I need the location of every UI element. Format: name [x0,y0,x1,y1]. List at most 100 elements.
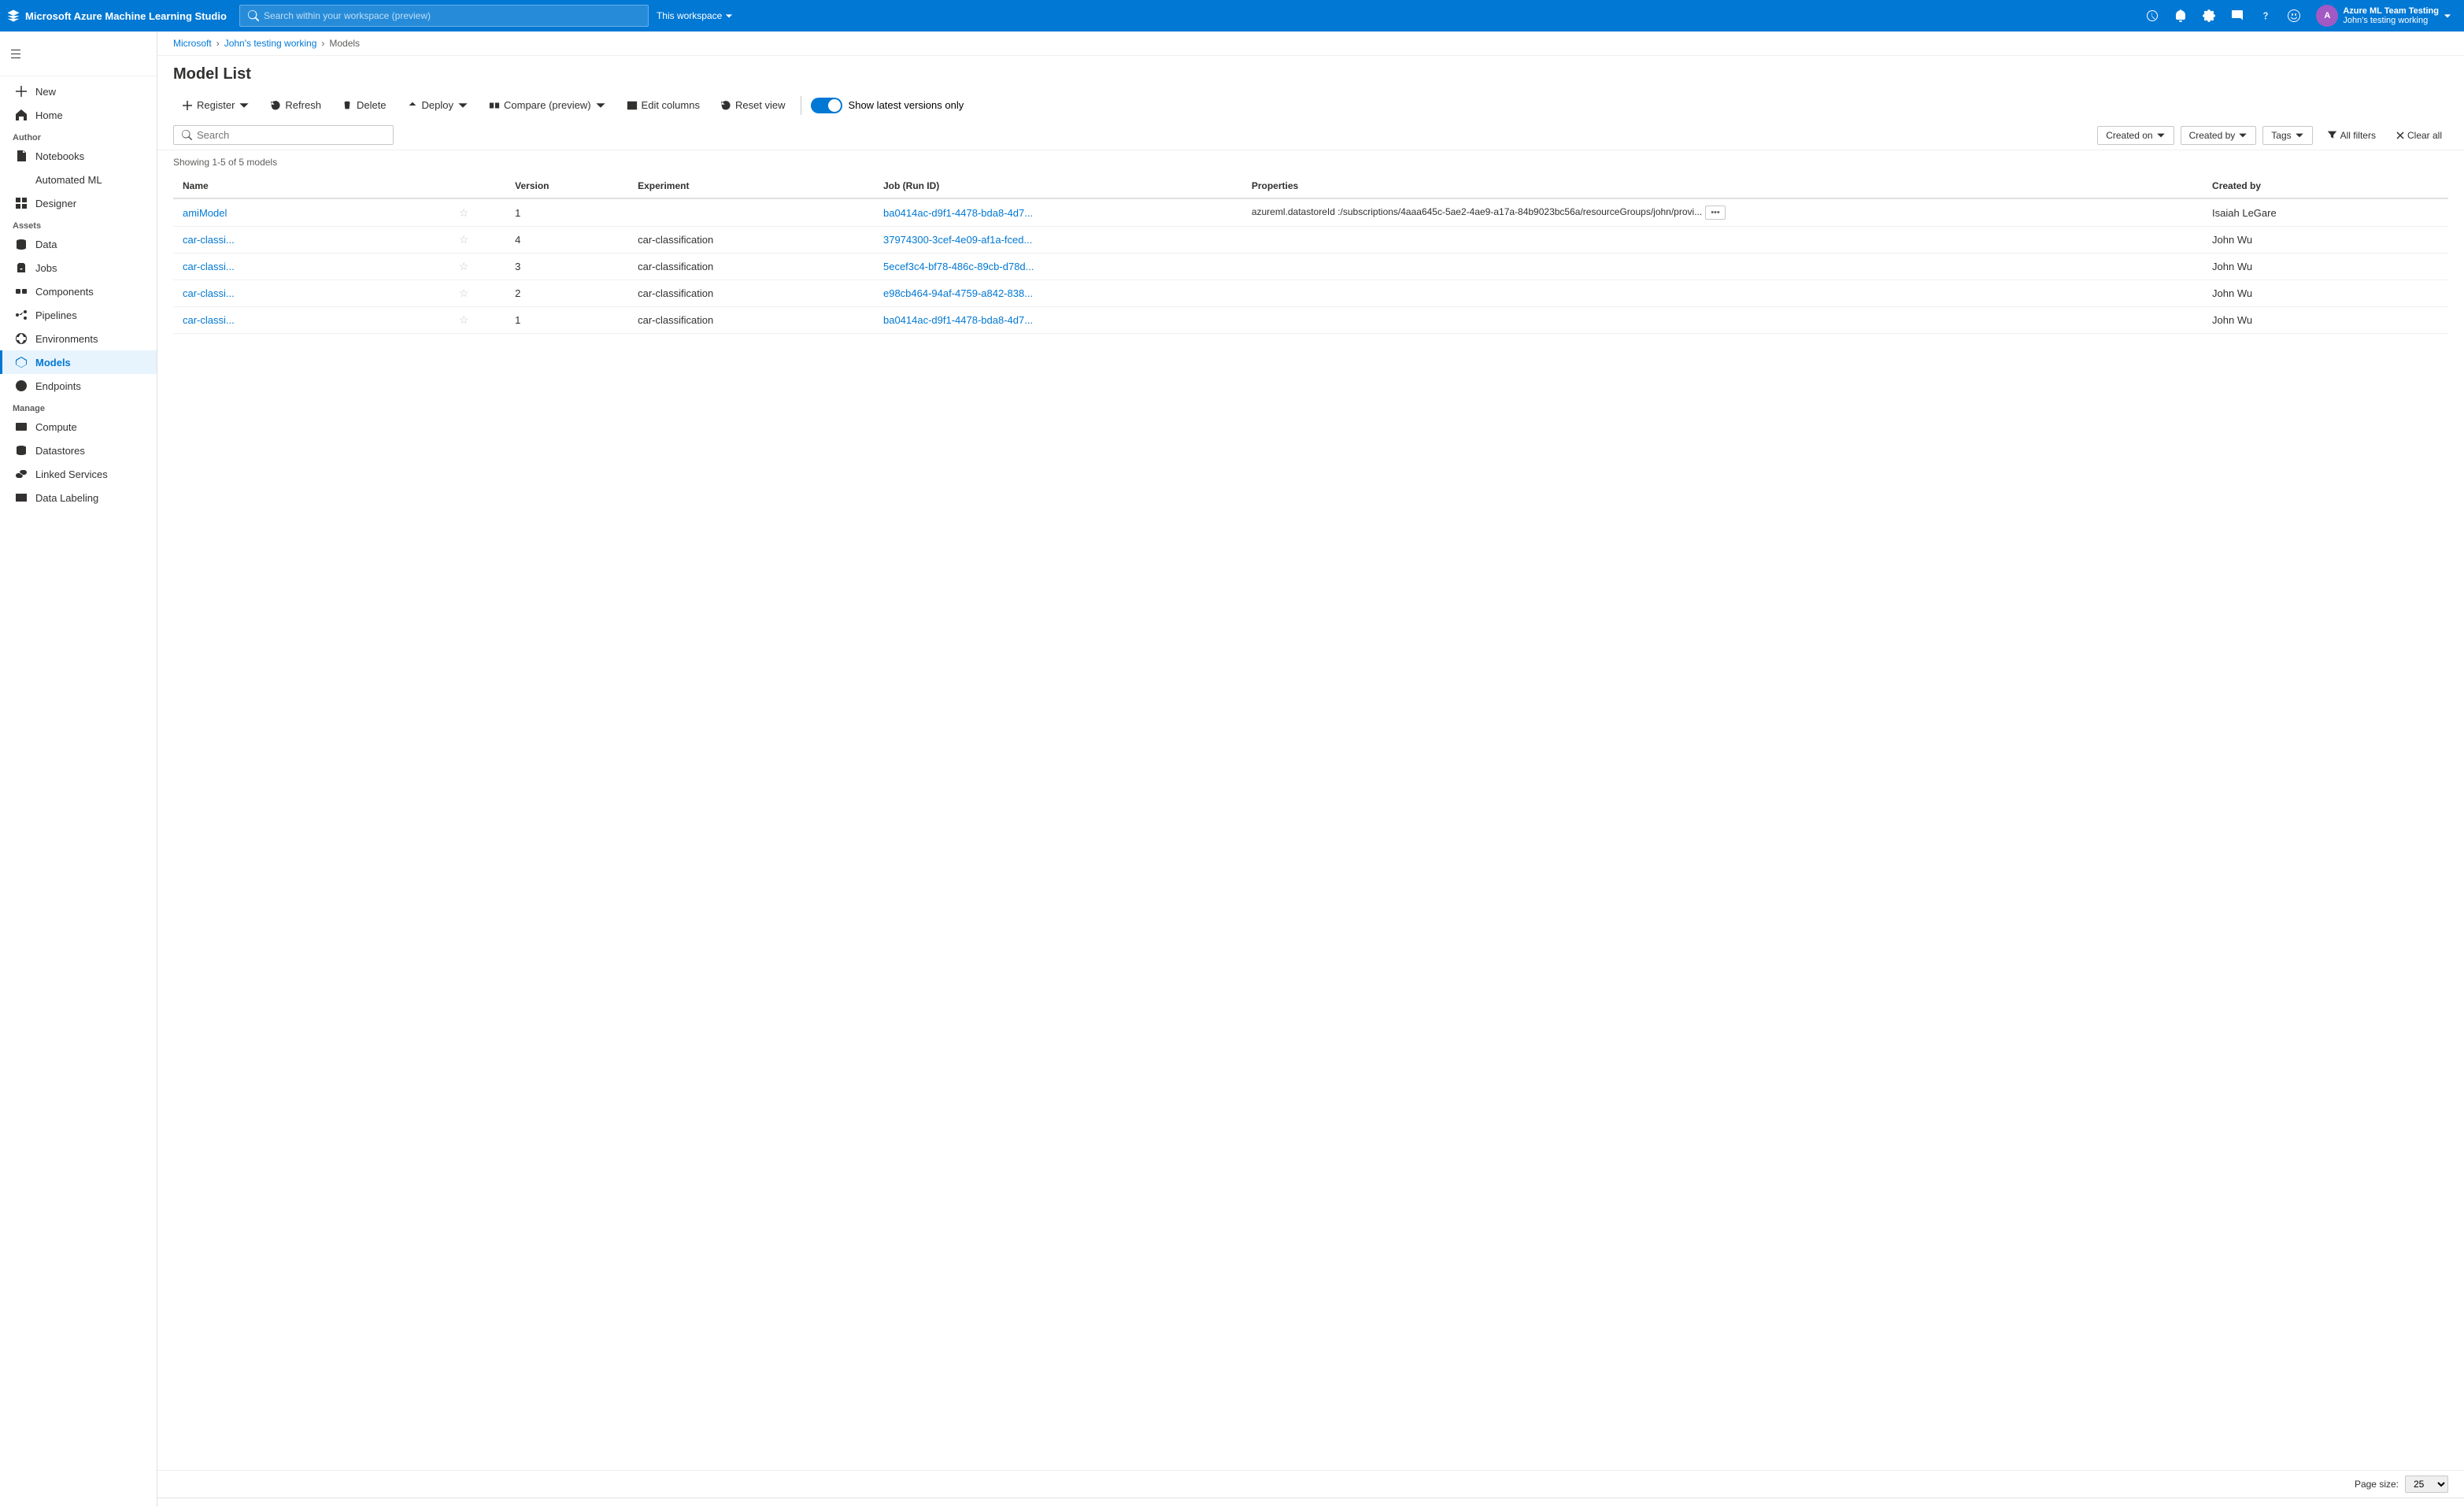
col-header-created-by[interactable]: Created by [2203,174,2448,198]
model-name-link-0[interactable]: amiModel [183,207,227,219]
cell-created-by-1: John Wu [2203,227,2448,254]
star-icon-0[interactable]: ☆ [459,206,469,219]
sidebar-item-designer[interactable]: Designer [0,191,157,215]
cell-created-by-3: John Wu [2203,280,2448,307]
cell-star-1[interactable]: ☆ [450,227,505,254]
job-link-3[interactable]: e98cb464-94af-4759-a842-838... [883,287,1033,299]
main-layout: New Home Author Notebooks Automated ML D… [0,31,2464,1507]
search-box[interactable] [173,125,394,145]
sidebar-top [0,31,157,76]
sidebar-item-data-labeling[interactable]: Data Labeling [0,486,157,509]
cell-star-4[interactable]: ☆ [450,307,505,334]
cell-name-2: car-classi... [173,254,450,280]
model-name-link-1[interactable]: car-classi... [183,234,235,246]
settings-icon[interactable] [2196,3,2222,28]
star-icon-4[interactable]: ☆ [459,313,469,326]
model-name-link-3[interactable]: car-classi... [183,287,235,299]
refresh-button[interactable]: Refresh [261,94,330,116]
history-icon[interactable] [2140,3,2165,28]
models-table: Name Version Experiment Job (Run ID) Pro… [173,174,2448,334]
job-link-1[interactable]: 37974300-3cef-4e09-af1a-fced... [883,234,1032,246]
notifications-icon[interactable] [2168,3,2193,28]
star-icon-3[interactable]: ☆ [459,287,469,299]
cell-properties-0: azureml.datastoreId :/subscriptions/4aaa… [1242,198,2203,227]
created-by-filter[interactable]: Created by [2181,126,2257,145]
star-icon-1[interactable]: ☆ [459,233,469,246]
col-header-name[interactable]: Name [173,174,450,198]
register-button[interactable]: Register [173,94,258,116]
cell-version-1: 4 [505,227,628,254]
search-icon [182,130,192,140]
sidebar-item-automated-ml[interactable]: Automated ML [0,168,157,191]
col-header-properties[interactable]: Properties [1242,174,2203,198]
job-link-4[interactable]: ba0414ac-d9f1-4478-bda8-4d7... [883,314,1033,326]
cell-name-3: car-classi... [173,280,450,307]
register-dropdown-icon [239,100,250,111]
reset-view-button[interactable]: Reset view [712,94,794,116]
cell-name-4: car-classi... [173,307,450,334]
cell-star-3[interactable]: ☆ [450,280,505,307]
page-size-row: Page size: 25 50 100 [157,1470,2464,1498]
col-header-job[interactable]: Job (Run ID) [874,174,1242,198]
sidebar-item-models[interactable]: Models [0,350,157,374]
sidebar-item-endpoints[interactable]: Endpoints [0,374,157,398]
table-row: car-classi... ☆ 1 car-classification ba0… [173,307,2448,334]
cell-experiment-0 [628,198,874,227]
job-link-2[interactable]: 5ecef3c4-bf78-486c-89cb-d78d... [883,261,1034,272]
cell-job-2: 5ecef3c4-bf78-486c-89cb-d78d... [874,254,1242,280]
col-header-version[interactable]: Version [505,174,628,198]
model-name-link-4[interactable]: car-classi... [183,314,235,326]
hamburger-menu[interactable] [0,38,31,69]
toggle-latest-versions[interactable]: Show latest versions only [811,98,964,113]
page-size-select[interactable]: 25 50 100 [2405,1476,2448,1493]
user-profile[interactable]: A Azure ML Team Testing John's testing w… [2310,5,2458,27]
sidebar-item-new[interactable]: New [0,80,157,103]
deploy-button[interactable]: Deploy [398,94,477,116]
sidebar-item-notebooks[interactable]: Notebooks [0,144,157,168]
cell-star-0[interactable]: ☆ [450,198,505,227]
compare-button[interactable]: Compare (preview) [480,94,615,116]
global-search-input[interactable] [264,10,640,21]
col-header-experiment[interactable]: Experiment [628,174,874,198]
sidebar-item-linked-services[interactable]: Linked Services [0,462,157,486]
sidebar-item-datastores[interactable]: Datastores [0,439,157,462]
help-icon[interactable] [2253,3,2278,28]
clear-all-button[interactable]: Clear all [2390,127,2448,144]
tags-dropdown-icon [2295,131,2304,140]
table-container: Showing 1-5 of 5 models Name Version Exp… [157,150,2464,1470]
sidebar-item-components[interactable]: Components [0,280,157,303]
breadcrumb-workspace[interactable]: John's testing working [224,38,317,49]
created-by-dropdown-icon [2238,131,2248,140]
tags-filter[interactable]: Tags [2262,126,2312,145]
sidebar-item-home[interactable]: Home [0,103,157,127]
sidebar-item-jobs[interactable]: Jobs [0,256,157,280]
horizontal-scrollbar[interactable] [157,1498,2464,1507]
breadcrumb-microsoft[interactable]: Microsoft [173,38,212,49]
sidebar-item-data[interactable]: Data [0,232,157,256]
author-section-label: Author [0,127,157,144]
global-search-box[interactable] [239,5,649,27]
workspace-selector[interactable]: This workspace [649,10,741,21]
model-name-link-2[interactable]: car-classi... [183,261,235,272]
user-workspace: John's testing working [2343,16,2439,25]
search-input[interactable] [197,129,385,141]
created-on-filter[interactable]: Created on [2097,126,2174,145]
user-name: Azure ML Team Testing [2343,6,2439,16]
feedback-icon[interactable] [2225,3,2250,28]
sidebar-item-pipelines[interactable]: Pipelines [0,303,157,327]
manage-section-label: Manage [0,398,157,415]
star-icon-2[interactable]: ☆ [459,260,469,272]
table-row: car-classi... ☆ 2 car-classification e98… [173,280,2448,307]
delete-button[interactable]: Delete [333,94,395,116]
clear-all-icon [2396,131,2404,139]
cell-star-2[interactable]: ☆ [450,254,505,280]
sidebar-item-compute[interactable]: Compute [0,415,157,439]
page-title: Model List [173,65,2448,83]
all-filters-button[interactable]: All filters [2319,127,2384,144]
job-link-0[interactable]: ba0414ac-d9f1-4478-bda8-4d7... [883,207,1033,219]
properties-ellipsis-0[interactable]: ••• [1705,206,1726,220]
edit-columns-button[interactable]: Edit columns [618,94,708,116]
toggle-switch[interactable] [811,98,842,113]
sidebar-item-environments[interactable]: Environments [0,327,157,350]
smiley-icon[interactable] [2281,3,2307,28]
